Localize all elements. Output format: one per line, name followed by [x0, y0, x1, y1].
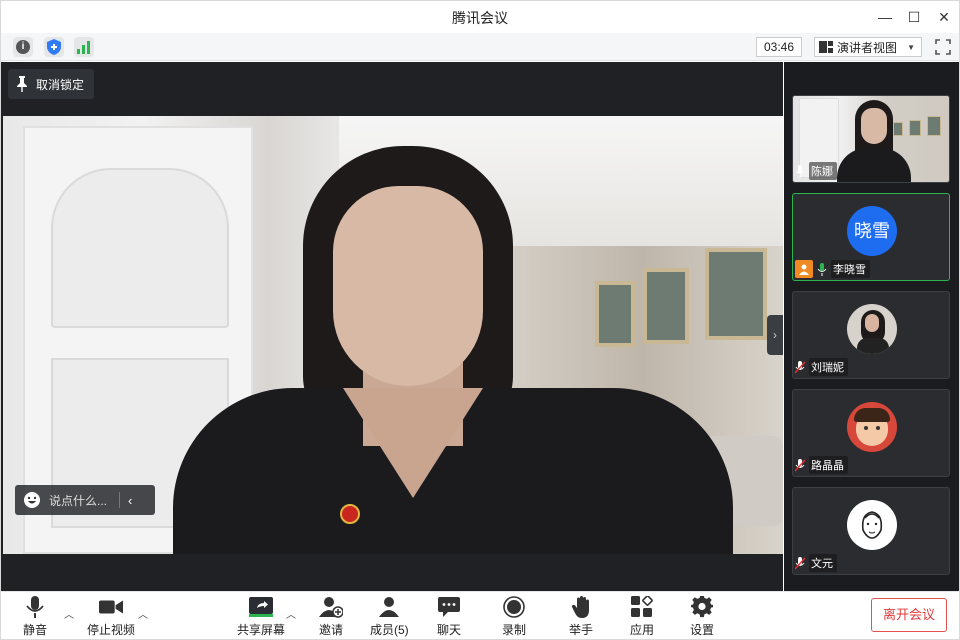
- mute-button[interactable]: 静音: [23, 595, 47, 638]
- maximize-icon[interactable]: ☐: [904, 7, 924, 27]
- meeting-timer: 03:46: [756, 37, 802, 57]
- share-screen-icon: [249, 597, 273, 617]
- invite-label: 邀请: [319, 623, 344, 637]
- raise-hand-button[interactable]: 举手: [569, 595, 593, 638]
- stop-video-button[interactable]: 停止视频: [87, 595, 135, 638]
- bottom-toolbar: 静音 ︿ 停止视频 ︿ 共享屏幕 ︿ 邀请 成员(5) 聊天 录制 举手 应用 …: [1, 591, 959, 639]
- microphone-icon: [817, 262, 827, 276]
- microphone-icon: [795, 164, 805, 178]
- avatar: [847, 500, 897, 550]
- add-user-icon: [319, 597, 343, 618]
- participant-namebar: 刘瑞妮: [795, 358, 848, 376]
- settings-label: 设置: [690, 623, 715, 637]
- record-icon: [503, 596, 525, 618]
- divider: [119, 492, 121, 508]
- chat-placeholder: 说点什么...: [49, 493, 108, 508]
- apps-icon: [631, 596, 653, 617]
- info-icon[interactable]: i: [13, 37, 33, 57]
- participant-namebar: 陈娜: [795, 162, 837, 180]
- pin-icon: [17, 76, 27, 92]
- meeting-window: 腾讯会议 — ☐ ✕ i 03:46 演讲者视图 ▼ 取消锁定 说点什么... …: [0, 0, 960, 640]
- video-camera-icon: [99, 600, 123, 614]
- mute-label: 静音: [23, 623, 48, 637]
- participant-tile[interactable]: 陈娜: [792, 95, 950, 183]
- microphone-muted-icon: [795, 458, 805, 471]
- layout-icon: [819, 41, 833, 53]
- share-screen-label: 共享屏幕: [237, 623, 286, 637]
- record-label: 录制: [502, 623, 527, 637]
- speaker-face: [333, 186, 483, 386]
- title-bar: 腾讯会议 — ☐ ✕: [1, 1, 959, 33]
- participant-tile[interactable]: 文元: [792, 487, 950, 575]
- members-button[interactable]: 成员(5): [370, 595, 409, 638]
- participant-name: 陈娜: [809, 162, 837, 180]
- chevron-up-icon[interactable]: ︿: [286, 606, 296, 621]
- raise-hand-label: 举手: [569, 623, 594, 637]
- participant-name: 路晶晶: [809, 456, 848, 474]
- emoji-icon[interactable]: [23, 491, 41, 509]
- sidebar-collapse-handle[interactable]: ›: [767, 315, 783, 355]
- chat-icon: [438, 597, 460, 617]
- chevron-down-icon: ▼: [907, 42, 915, 52]
- chevron-up-icon[interactable]: ︿: [64, 606, 74, 621]
- share-screen-button[interactable]: 共享屏幕: [237, 595, 285, 638]
- avatar: [847, 304, 897, 354]
- stop-video-label: 停止视频: [87, 623, 136, 637]
- participant-name: 文元: [809, 554, 837, 572]
- apps-button[interactable]: 应用: [630, 595, 654, 638]
- view-mode-label: 演讲者视图: [837, 40, 898, 55]
- members-label: 成员(5): [370, 623, 409, 637]
- hand-icon: [571, 596, 589, 618]
- chat-button[interactable]: 聊天: [437, 595, 461, 638]
- participant-namebar: 李晓雪: [795, 260, 870, 278]
- microphone-icon: [26, 596, 44, 618]
- members-icon: [379, 597, 400, 617]
- window-title: 腾讯会议: [452, 10, 508, 26]
- record-button[interactable]: 录制: [502, 595, 526, 638]
- chevron-up-icon[interactable]: ︿: [138, 606, 148, 621]
- participant-tile[interactable]: 路晶晶: [792, 389, 950, 477]
- fullscreen-icon[interactable]: [933, 37, 953, 57]
- close-icon[interactable]: ✕: [934, 7, 954, 27]
- quick-chat-input[interactable]: 说点什么... ‹: [15, 485, 155, 515]
- apps-label: 应用: [630, 623, 655, 637]
- gear-icon: [691, 596, 713, 618]
- participant-sidebar: 陈娜 晓雪 李晓雪 刘瑞妮 路晶晶 文元: [784, 62, 959, 591]
- leave-meeting-button[interactable]: 离开会议: [871, 598, 947, 632]
- participant-tile[interactable]: 刘瑞妮: [792, 291, 950, 379]
- host-icon: [795, 260, 813, 278]
- settings-button[interactable]: 设置: [690, 595, 714, 638]
- view-mode-dropdown[interactable]: 演讲者视图 ▼: [814, 37, 922, 57]
- participant-name: 刘瑞妮: [809, 358, 848, 376]
- participant-namebar: 路晶晶: [795, 456, 848, 474]
- avatar: 晓雪: [847, 206, 897, 256]
- signal-strength-icon[interactable]: [74, 37, 94, 57]
- meeting-info-bar: i 03:46 演讲者视图 ▼: [1, 33, 959, 61]
- shield-icon[interactable]: [44, 37, 64, 57]
- participant-namebar: 文元: [795, 554, 837, 572]
- chevron-left-icon[interactable]: ‹: [128, 493, 132, 508]
- unpin-label: 取消锁定: [36, 77, 85, 92]
- chat-label: 聊天: [437, 623, 462, 637]
- microphone-muted-icon: [795, 360, 805, 373]
- microphone-muted-icon: [795, 556, 805, 569]
- pin-badge: [340, 504, 360, 524]
- participant-name: 李晓雪: [831, 260, 870, 278]
- main-video-stage: 取消锁定 说点什么... ‹ ›: [1, 62, 783, 591]
- avatar: [847, 402, 897, 452]
- invite-button[interactable]: 邀请: [319, 595, 343, 638]
- minimize-icon[interactable]: —: [875, 7, 895, 27]
- participant-tile[interactable]: 晓雪 李晓雪: [792, 193, 950, 281]
- unpin-button[interactable]: 取消锁定: [8, 69, 94, 99]
